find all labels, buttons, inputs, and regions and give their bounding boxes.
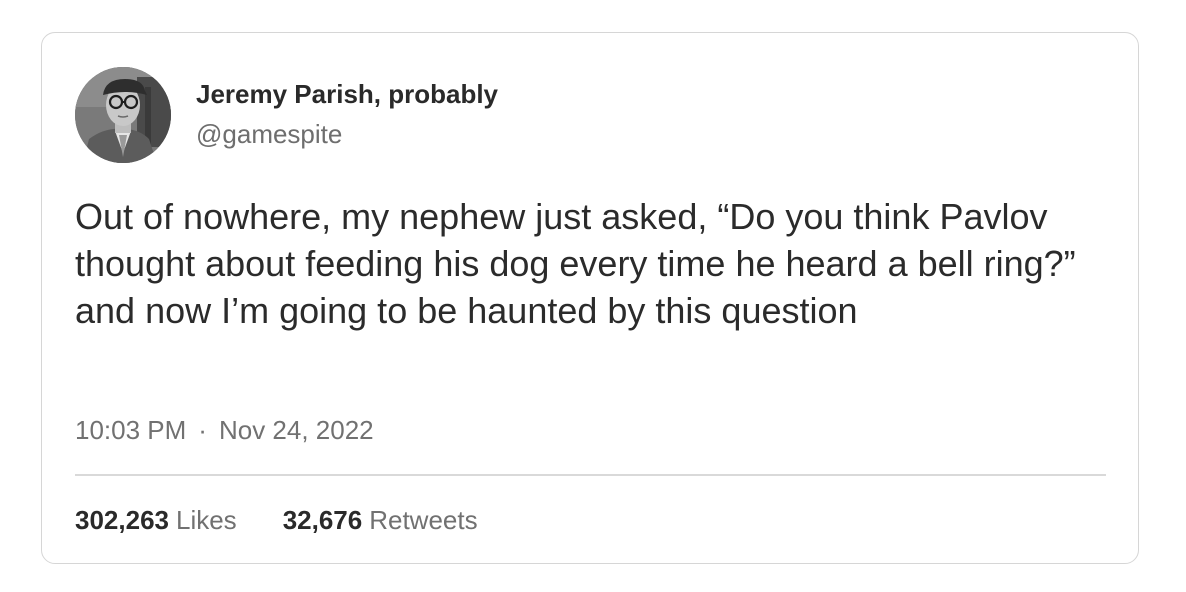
tweet-card: Jeremy Parish, probably @gamespite Out o… xyxy=(41,32,1139,564)
divider xyxy=(75,474,1106,476)
author-handle[interactable]: @gamespite xyxy=(196,119,342,150)
likes-count: 302,263 xyxy=(75,505,169,535)
avatar-photo-icon xyxy=(75,67,171,163)
tweet-text: Out of nowhere, my nephew just asked, “D… xyxy=(75,196,1076,331)
tweet-timestamp[interactable]: 10:03 PM · Nov 24, 2022 xyxy=(75,415,374,446)
author-display-name[interactable]: Jeremy Parish, probably xyxy=(196,79,498,110)
separator-dot: · xyxy=(198,415,207,445)
retweets-count: 32,676 xyxy=(282,505,363,535)
tweet-date: Nov 24, 2022 xyxy=(218,415,374,445)
retweets-stat[interactable]: 32,676 Retweets xyxy=(283,505,478,536)
engagement-stats: 302,263 Likes 32,676 Retweets xyxy=(75,505,478,536)
avatar[interactable] xyxy=(75,67,171,163)
likes-label: Likes xyxy=(175,505,237,535)
retweets-label: Retweets xyxy=(369,505,478,535)
tweet-time: 10:03 PM xyxy=(75,415,187,445)
likes-stat[interactable]: 302,263 Likes xyxy=(75,505,237,536)
